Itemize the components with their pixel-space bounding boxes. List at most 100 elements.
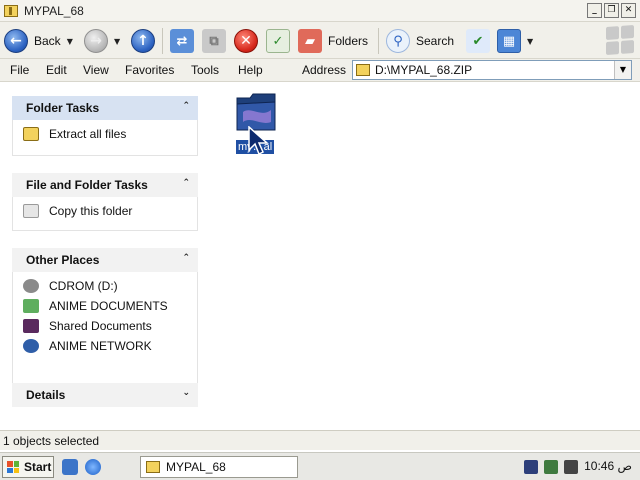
file-folder-tasks-header[interactable]: File and Folder Tasks ⌃ [12,173,198,197]
windows-logo-icon [606,25,634,55]
zip-folder-icon [356,64,370,76]
undo-button[interactable]: ✓ [266,27,290,55]
collapse-chevron-icon[interactable]: ⌃ [182,101,190,111]
search-label: Search [416,34,455,48]
search-button[interactable]: ⚲ Search [386,27,454,55]
other-places-pane: Other Places ⌃ CDROM (D:) ANIME DOCUMENT… [12,248,198,384]
delete-icon: ✕ [234,29,258,53]
up-button[interactable]: ↑ [131,27,155,55]
minimize-button[interactable]: _ [587,3,602,18]
check-button[interactable]: ✔ [466,27,490,55]
delete-button[interactable]: ✕ [234,27,258,55]
menu-edit[interactable]: Edit [46,63,67,77]
language-icon[interactable] [524,460,538,474]
taskbar-window-button[interactable]: MYPAL_68 [140,456,298,478]
status-bar: 1 objects selected [0,430,640,450]
copy-icon [23,204,39,218]
extract-all-label: Extract all files [49,127,127,141]
extract-all-task[interactable]: Extract all files [23,124,197,144]
file-folder-tasks-title: File and Folder Tasks [26,178,148,192]
menu-help[interactable]: Help [238,63,263,77]
move-to-button[interactable]: ⇄ [170,27,194,55]
zip-folder-icon [4,4,18,17]
place-label: ANIME NETWORK [49,339,152,353]
tray-app-icon[interactable] [544,460,558,474]
folders-button[interactable]: ▰ Folders [298,27,368,55]
network-icon [23,339,39,353]
copy-to-icon: ⧉ [202,29,226,53]
details-header[interactable]: Details ⌄ [12,383,198,407]
place-anime-network[interactable]: ANIME NETWORK [23,336,197,356]
search-icon: ⚲ [386,29,410,53]
expand-chevron-icon[interactable]: ⌄ [182,388,190,398]
title-bar: MYPAL_68 _ ❐ ✕ [0,0,640,22]
menu-favorites[interactable]: Favorites [125,63,174,77]
forward-icon: → [84,29,108,53]
back-button[interactable]: ← Back ▼ [4,27,73,55]
close-button[interactable]: ✕ [621,3,636,18]
place-label: ANIME DOCUMENTS [49,299,168,313]
mouse-cursor-icon [248,126,269,156]
forward-history-caret[interactable]: ▼ [114,37,120,46]
details-title: Details [26,388,66,402]
address-value[interactable]: D:\MYPAL_68.ZIP [375,63,472,77]
toolbar: ← Back ▼ → ▼ ↑ ⇄ ⧉ ✕ ✓ ▰ Folders ⚲ Searc… [0,22,640,59]
folders-label: Folders [328,34,369,48]
menu-view[interactable]: View [83,63,109,77]
file-folder-tasks-pane: File and Folder Tasks ⌃ Copy this folder [12,173,198,231]
up-icon: ↑ [131,29,155,53]
forward-button[interactable]: → ▼ [84,27,120,55]
shared-documents-icon [23,319,39,333]
windows-flag-icon [7,461,19,473]
status-text: 1 objects selected [3,434,100,448]
network-status-icon[interactable] [564,460,578,474]
file-folder-tasks-body: Copy this folder [12,197,198,231]
menu-tools[interactable]: Tools [191,63,219,77]
extract-icon [23,127,39,141]
checkmark-icon: ✔ [466,29,490,53]
move-to-icon: ⇄ [170,29,194,53]
folder-tasks-header[interactable]: Folder Tasks ⌃ [12,96,198,120]
views-caret[interactable]: ▼ [527,37,533,46]
place-anime-documents[interactable]: ANIME DOCUMENTS [23,296,197,316]
other-places-body: CDROM (D:) ANIME DOCUMENTS Shared Docume… [12,272,198,384]
taskbar: Start MYPAL_68 10:46 ص [0,452,640,480]
window-controls: _ ❐ ✕ [587,3,636,18]
back-history-caret[interactable]: ▼ [67,37,73,46]
start-label: Start [24,460,52,474]
menu-file[interactable]: File [10,63,29,77]
copy-to-button[interactable]: ⧉ [202,27,226,55]
clock[interactable]: 10:46 ص [584,459,632,473]
collapse-chevron-icon[interactable]: ⌃ [182,178,190,188]
views-icon: ▦ [497,29,521,53]
collapse-chevron-icon[interactable]: ⌃ [182,253,190,263]
documents-icon [23,299,39,313]
place-label: Shared Documents [49,319,152,333]
cdrom-icon [23,279,39,293]
folder-tasks-pane: Folder Tasks ⌃ Extract all files [12,96,198,156]
other-places-header[interactable]: Other Places ⌃ [12,248,198,272]
window-title: MYPAL_68 [24,3,84,18]
details-pane: Details ⌄ [12,383,198,407]
copy-folder-task[interactable]: Copy this folder [23,201,197,221]
zip-folder-icon [146,461,160,473]
address-dropdown-button[interactable]: ▼ [614,61,631,79]
place-label: CDROM (D:) [49,279,118,293]
address-bar[interactable]: D:\MYPAL_68.ZIP ▼ [352,60,632,80]
place-shared-documents[interactable]: Shared Documents [23,316,197,336]
internet-explorer-icon[interactable] [85,459,101,475]
address-label: Address [302,63,347,77]
place-cdrom[interactable]: CDROM (D:) [23,276,197,296]
restore-button[interactable]: ❐ [604,3,619,18]
show-desktop-icon[interactable] [62,459,78,475]
folders-icon: ▰ [298,29,322,53]
toolbar-separator [378,28,379,54]
other-places-title: Other Places [26,253,100,267]
toolbar-separator [162,28,163,54]
start-button[interactable]: Start [2,456,54,478]
back-label: Back [34,34,61,48]
views-button[interactable]: ▦ ▼ [497,27,533,55]
taskbar-window-label: MYPAL_68 [166,460,226,474]
folder-tasks-body: Extract all files [12,120,198,156]
check-icon: ✓ [266,29,290,53]
